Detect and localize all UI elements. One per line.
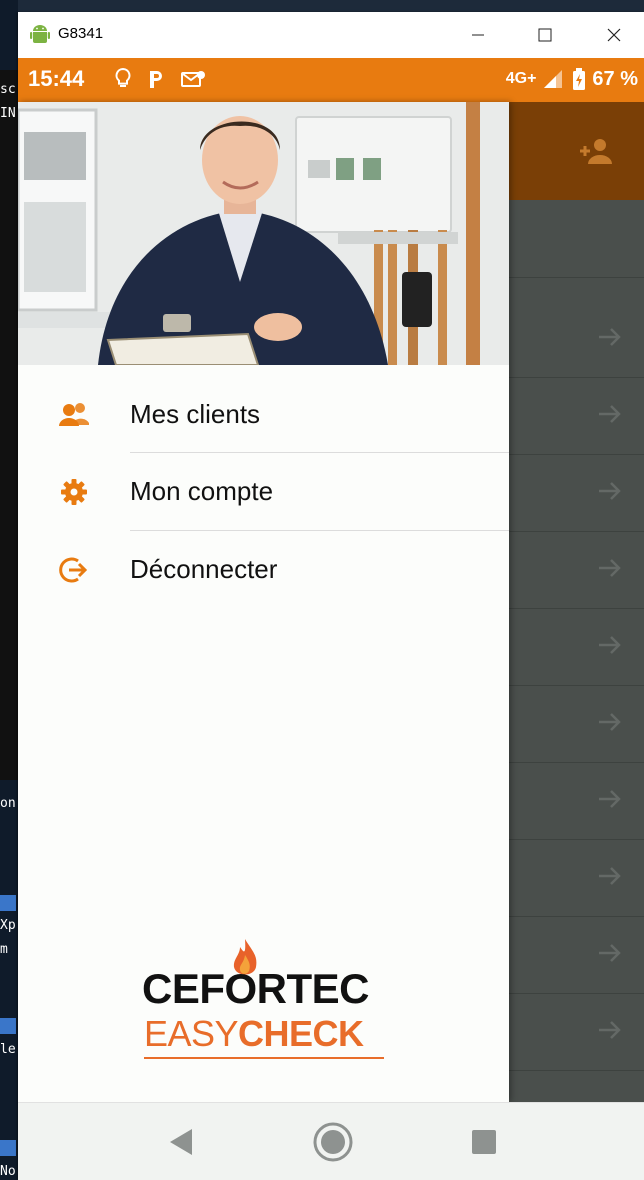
- message-icon: [181, 71, 205, 87]
- list-item[interactable]: [509, 200, 644, 278]
- logout-icon: [58, 556, 90, 584]
- logo-text-bottom: EASYCHECK: [144, 1013, 364, 1054]
- window-title: G8341: [58, 25, 104, 42]
- arrow-right-icon: [597, 865, 623, 891]
- back-button[interactable]: [158, 1122, 204, 1162]
- terminal-window-fragment: [0, 70, 18, 780]
- window-titlebar[interactable]: G8341: [18, 12, 644, 58]
- desktop-shortcut-icon[interactable]: [0, 1018, 16, 1034]
- arrow-right-icon: [597, 480, 623, 506]
- arrow-right-icon: [597, 711, 623, 737]
- list-item[interactable]: [509, 608, 644, 686]
- parking-icon: [150, 71, 162, 88]
- list-item[interactable]: [509, 531, 644, 609]
- maximize-icon: [538, 28, 552, 42]
- maximize-button[interactable]: [525, 16, 565, 54]
- close-icon: [607, 28, 621, 42]
- logo-underline: [144, 1057, 384, 1059]
- recents-button[interactable]: [461, 1122, 507, 1162]
- arrow-right-icon: [597, 634, 623, 660]
- menu-divider: [130, 530, 509, 531]
- recents-icon: [472, 1130, 496, 1154]
- desktop-shortcut-icon[interactable]: [0, 1140, 16, 1156]
- menu-item-deconnecter[interactable]: Déconnecter: [18, 532, 509, 609]
- arrow-right-icon: [597, 403, 623, 429]
- desktop-text-fragment: sc: [0, 82, 16, 97]
- list-item[interactable]: [509, 685, 644, 763]
- back-icon: [170, 1129, 192, 1155]
- lightbulb-icon: [115, 67, 131, 87]
- status-time: 15:44: [28, 66, 85, 91]
- desktop-text-fragment: m: [0, 942, 8, 957]
- arrow-right-icon: [597, 788, 623, 814]
- desktop-text-fragment: IN: [0, 106, 16, 121]
- client-list-scrim[interactable]: [509, 102, 644, 1102]
- gear-icon: [58, 478, 90, 506]
- signal-icon: [544, 70, 563, 88]
- add-user-icon[interactable]: [575, 136, 615, 172]
- menu-label: Déconnecter: [130, 554, 278, 584]
- menu-label: Mon compte: [130, 476, 274, 506]
- list-item[interactable]: [509, 916, 644, 994]
- cefortec-logo: CEFORTEC EASYCHECK: [138, 937, 388, 1062]
- navigation-drawer: Mes clients Mon compte Déconnecter CEFOR…: [18, 102, 509, 1102]
- menu-label: Mes clients: [130, 399, 261, 429]
- arrow-right-icon: [597, 326, 623, 352]
- app-toolbar: [509, 102, 644, 200]
- close-button[interactable]: [594, 16, 634, 54]
- list-item[interactable]: [509, 839, 644, 917]
- arrow-right-icon: [597, 942, 623, 968]
- list-item[interactable]: [509, 300, 644, 378]
- minimize-icon: [472, 34, 484, 36]
- menu-item-mon-compte[interactable]: Mon compte: [18, 454, 509, 531]
- network-type: 4G+: [505, 70, 537, 87]
- menu-item-mes-clients[interactable]: Mes clients: [18, 377, 509, 454]
- home-icon: [313, 1122, 353, 1162]
- menu-divider: [130, 452, 509, 453]
- list-item[interactable]: [509, 377, 644, 455]
- emulator-window: G8341 15:44 4G+ 67 % Mes clients Mon com…: [18, 12, 644, 1180]
- desktop-text-fragment: on: [0, 796, 16, 811]
- home-button[interactable]: [310, 1122, 356, 1162]
- desktop-text-fragment: No: [0, 1164, 16, 1179]
- status-bar: 15:44 4G+ 67 %: [18, 58, 644, 102]
- desktop-text-fragment: le: [0, 1042, 16, 1057]
- list-item[interactable]: [509, 762, 644, 840]
- list-item[interactable]: [509, 454, 644, 532]
- android-icon: [30, 23, 50, 45]
- list-item[interactable]: [509, 993, 644, 1071]
- battery-icon: [573, 68, 586, 90]
- desktop-shortcut-icon[interactable]: [0, 895, 16, 911]
- battery-percent: 67 %: [592, 67, 638, 90]
- users-icon: [58, 401, 90, 429]
- system-navigation-bar: [18, 1102, 644, 1180]
- drawer-header-photo: [18, 102, 509, 365]
- desktop-text-fragment: Xp: [0, 918, 16, 933]
- minimize-button[interactable]: [458, 16, 498, 54]
- arrow-right-icon: [597, 1019, 623, 1045]
- arrow-right-icon: [597, 557, 623, 583]
- logo-text-top: CEFORTEC: [142, 965, 370, 1012]
